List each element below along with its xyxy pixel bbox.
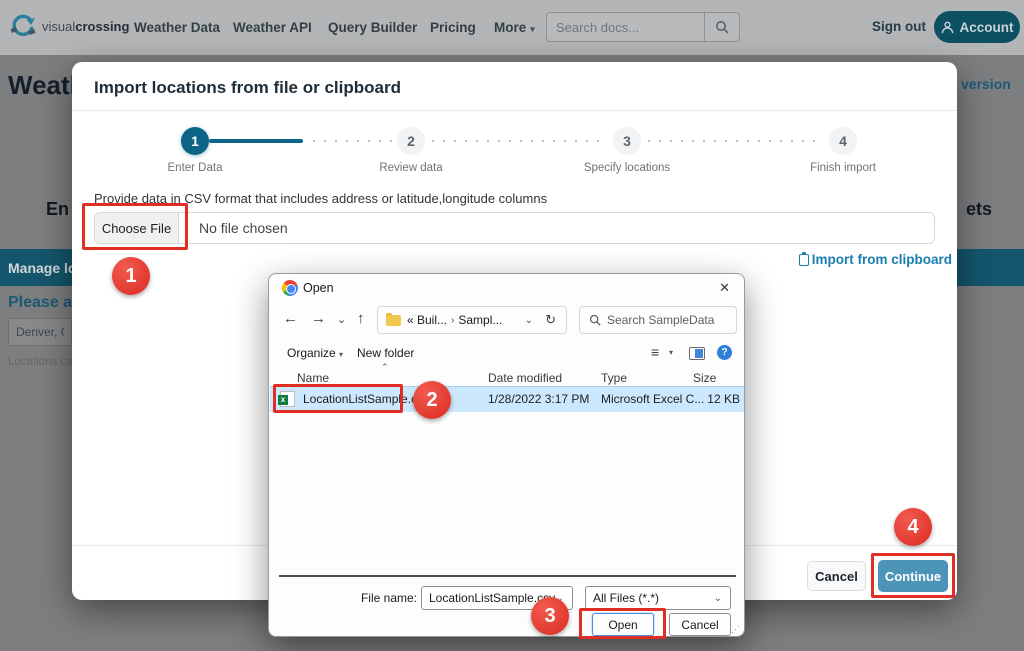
address-bar[interactable]: « Buil... › Sampl... ⌄ ↻ xyxy=(377,306,567,334)
person-icon xyxy=(941,21,954,34)
column-header-size[interactable]: Size xyxy=(693,371,716,385)
version-link-fragment: version xyxy=(961,76,1011,92)
nav-query-builder[interactable]: Query Builder xyxy=(328,20,417,35)
visualcrossing-logo-icon xyxy=(10,13,36,39)
file-type-cell: Microsoft Excel C... xyxy=(601,392,704,406)
dialog-cancel-button[interactable]: Cancel xyxy=(669,613,731,636)
location-input[interactable] xyxy=(8,318,72,346)
stepper-dotted-line-1 xyxy=(313,140,394,142)
annotation-circle-1: 1 xyxy=(112,257,150,295)
modal-cancel-button[interactable]: Cancel xyxy=(807,561,866,591)
file-date-cell: 1/28/2022 3:17 PM xyxy=(488,392,589,406)
modal-continue-button[interactable]: Continue xyxy=(878,560,948,592)
account-button[interactable]: Account xyxy=(934,11,1020,43)
file-type-combobox[interactable]: All Files (*.*) ⌄ xyxy=(585,586,731,610)
forward-icon[interactable]: → xyxy=(311,310,326,327)
stepper-dotted-line-2 xyxy=(432,140,607,142)
modal-title: Import locations from file or clipboard xyxy=(94,78,401,98)
dialog-search xyxy=(579,306,737,334)
view-list-icon[interactable]: ≡ xyxy=(651,344,659,360)
csv-instruction-text: Provide data in CSV format that includes… xyxy=(94,191,547,206)
manage-locations-label: Manage lo xyxy=(0,260,76,276)
folder-icon xyxy=(386,315,401,326)
section-heading-fragment-left: En xyxy=(46,199,69,220)
annotation-circle-3: 3 xyxy=(531,597,569,635)
breadcrumb-separator: › xyxy=(451,315,454,326)
sort-ascending-icon: ⌃ xyxy=(381,362,389,373)
refresh-icon[interactable]: ↻ xyxy=(545,312,556,328)
sign-out-link[interactable]: Sign out xyxy=(872,19,926,34)
column-header-type[interactable]: Type xyxy=(601,371,627,385)
choose-file-button[interactable]: Choose File xyxy=(95,213,179,243)
breadcrumb-current[interactable]: Sampl... xyxy=(458,313,502,327)
search-icon xyxy=(715,20,729,34)
nav-weather-api[interactable]: Weather API xyxy=(233,20,312,35)
chevron-down-icon: ▾ xyxy=(339,350,343,359)
step-2-label: Review data xyxy=(351,162,471,174)
annotation-circle-4: 4 xyxy=(894,508,932,546)
file-size-cell: 12 KB xyxy=(700,392,740,406)
modal-title-divider xyxy=(72,110,957,111)
step-4-label: Finish import xyxy=(783,162,903,174)
excel-csv-icon xyxy=(280,391,295,407)
search-icon xyxy=(589,314,601,326)
back-icon[interactable]: ← xyxy=(283,310,298,327)
organize-menu[interactable]: Organize ▾ xyxy=(287,346,343,360)
dialog-title: Open xyxy=(303,281,334,295)
docs-search-input[interactable] xyxy=(546,12,704,42)
breadcrumb-parent[interactable]: « Buil... xyxy=(407,313,447,327)
column-header-name[interactable]: Name xyxy=(297,371,329,385)
step-1-label: Enter Data xyxy=(135,162,255,174)
preview-pane-icon[interactable] xyxy=(689,347,705,360)
top-navbar: visualcrossing Weather Data Weather API … xyxy=(0,0,1024,55)
annotation-circle-2: 2 xyxy=(413,381,451,419)
up-icon[interactable]: ↑ xyxy=(357,310,365,327)
step-2-circle: 2 xyxy=(397,127,425,155)
file-name-label: File name: xyxy=(353,591,417,605)
file-input[interactable]: Choose File No file chosen xyxy=(94,212,935,244)
list-footer-divider xyxy=(279,575,736,577)
no-file-chosen-text: No file chosen xyxy=(199,220,288,236)
chevron-down-icon: ▾ xyxy=(530,24,535,34)
windows-open-dialog: Open ✕ ← → ⌄ ↑ « Buil... › Sampl... ⌄ ↻ … xyxy=(268,273,745,637)
chrome-icon xyxy=(282,280,298,296)
column-header-date[interactable]: Date modified xyxy=(488,371,562,385)
please-add-fragment: Please ad xyxy=(8,294,82,312)
logo[interactable]: visualcrossing xyxy=(10,13,129,39)
nav-weather-data[interactable]: Weather Data xyxy=(134,20,220,35)
stepper-progress-line xyxy=(209,139,303,143)
stepper-dotted-line-3 xyxy=(648,140,823,142)
logo-text: visualcrossing xyxy=(42,19,129,34)
help-icon[interactable]: ? xyxy=(717,345,732,360)
nav-more[interactable]: More▾ xyxy=(494,20,535,35)
dialog-open-button[interactable]: Open xyxy=(592,613,654,636)
dialog-search-input[interactable] xyxy=(607,313,727,327)
close-icon[interactable]: ✕ xyxy=(719,280,730,296)
view-dropdown-icon[interactable]: ▾ xyxy=(669,348,673,357)
chevron-down-icon[interactable]: ⌄ xyxy=(337,313,346,326)
chevron-down-icon: ⌄ xyxy=(714,593,722,604)
new-folder-button[interactable]: New folder xyxy=(357,346,414,360)
nav-pricing[interactable]: Pricing xyxy=(430,20,476,35)
step-3-circle: 3 xyxy=(613,127,641,155)
clipboard-icon xyxy=(799,254,809,266)
section-heading-fragment-right: ets xyxy=(966,199,992,220)
manage-locations-bar-right xyxy=(957,249,1024,286)
step-4-circle: 4 xyxy=(829,127,857,155)
docs-search-button[interactable] xyxy=(704,12,740,42)
docs-search xyxy=(546,12,740,42)
file-list-row[interactable]: LocationListSample.csv 1/28/2022 3:17 PM… xyxy=(270,387,744,412)
locations-note-fragment: Locations car xyxy=(8,356,76,368)
step-3-label: Specify locations xyxy=(567,162,687,174)
import-from-clipboard-link[interactable]: Import from clipboard xyxy=(799,252,952,267)
step-1-circle: 1 xyxy=(181,127,209,155)
address-dropdown-icon[interactable]: ⌄ xyxy=(525,315,533,326)
file-name-cell[interactable]: LocationListSample.csv xyxy=(303,392,429,406)
manage-locations-bar: Manage lo xyxy=(0,249,72,286)
resize-grip-icon[interactable]: ⋰ xyxy=(731,624,740,635)
